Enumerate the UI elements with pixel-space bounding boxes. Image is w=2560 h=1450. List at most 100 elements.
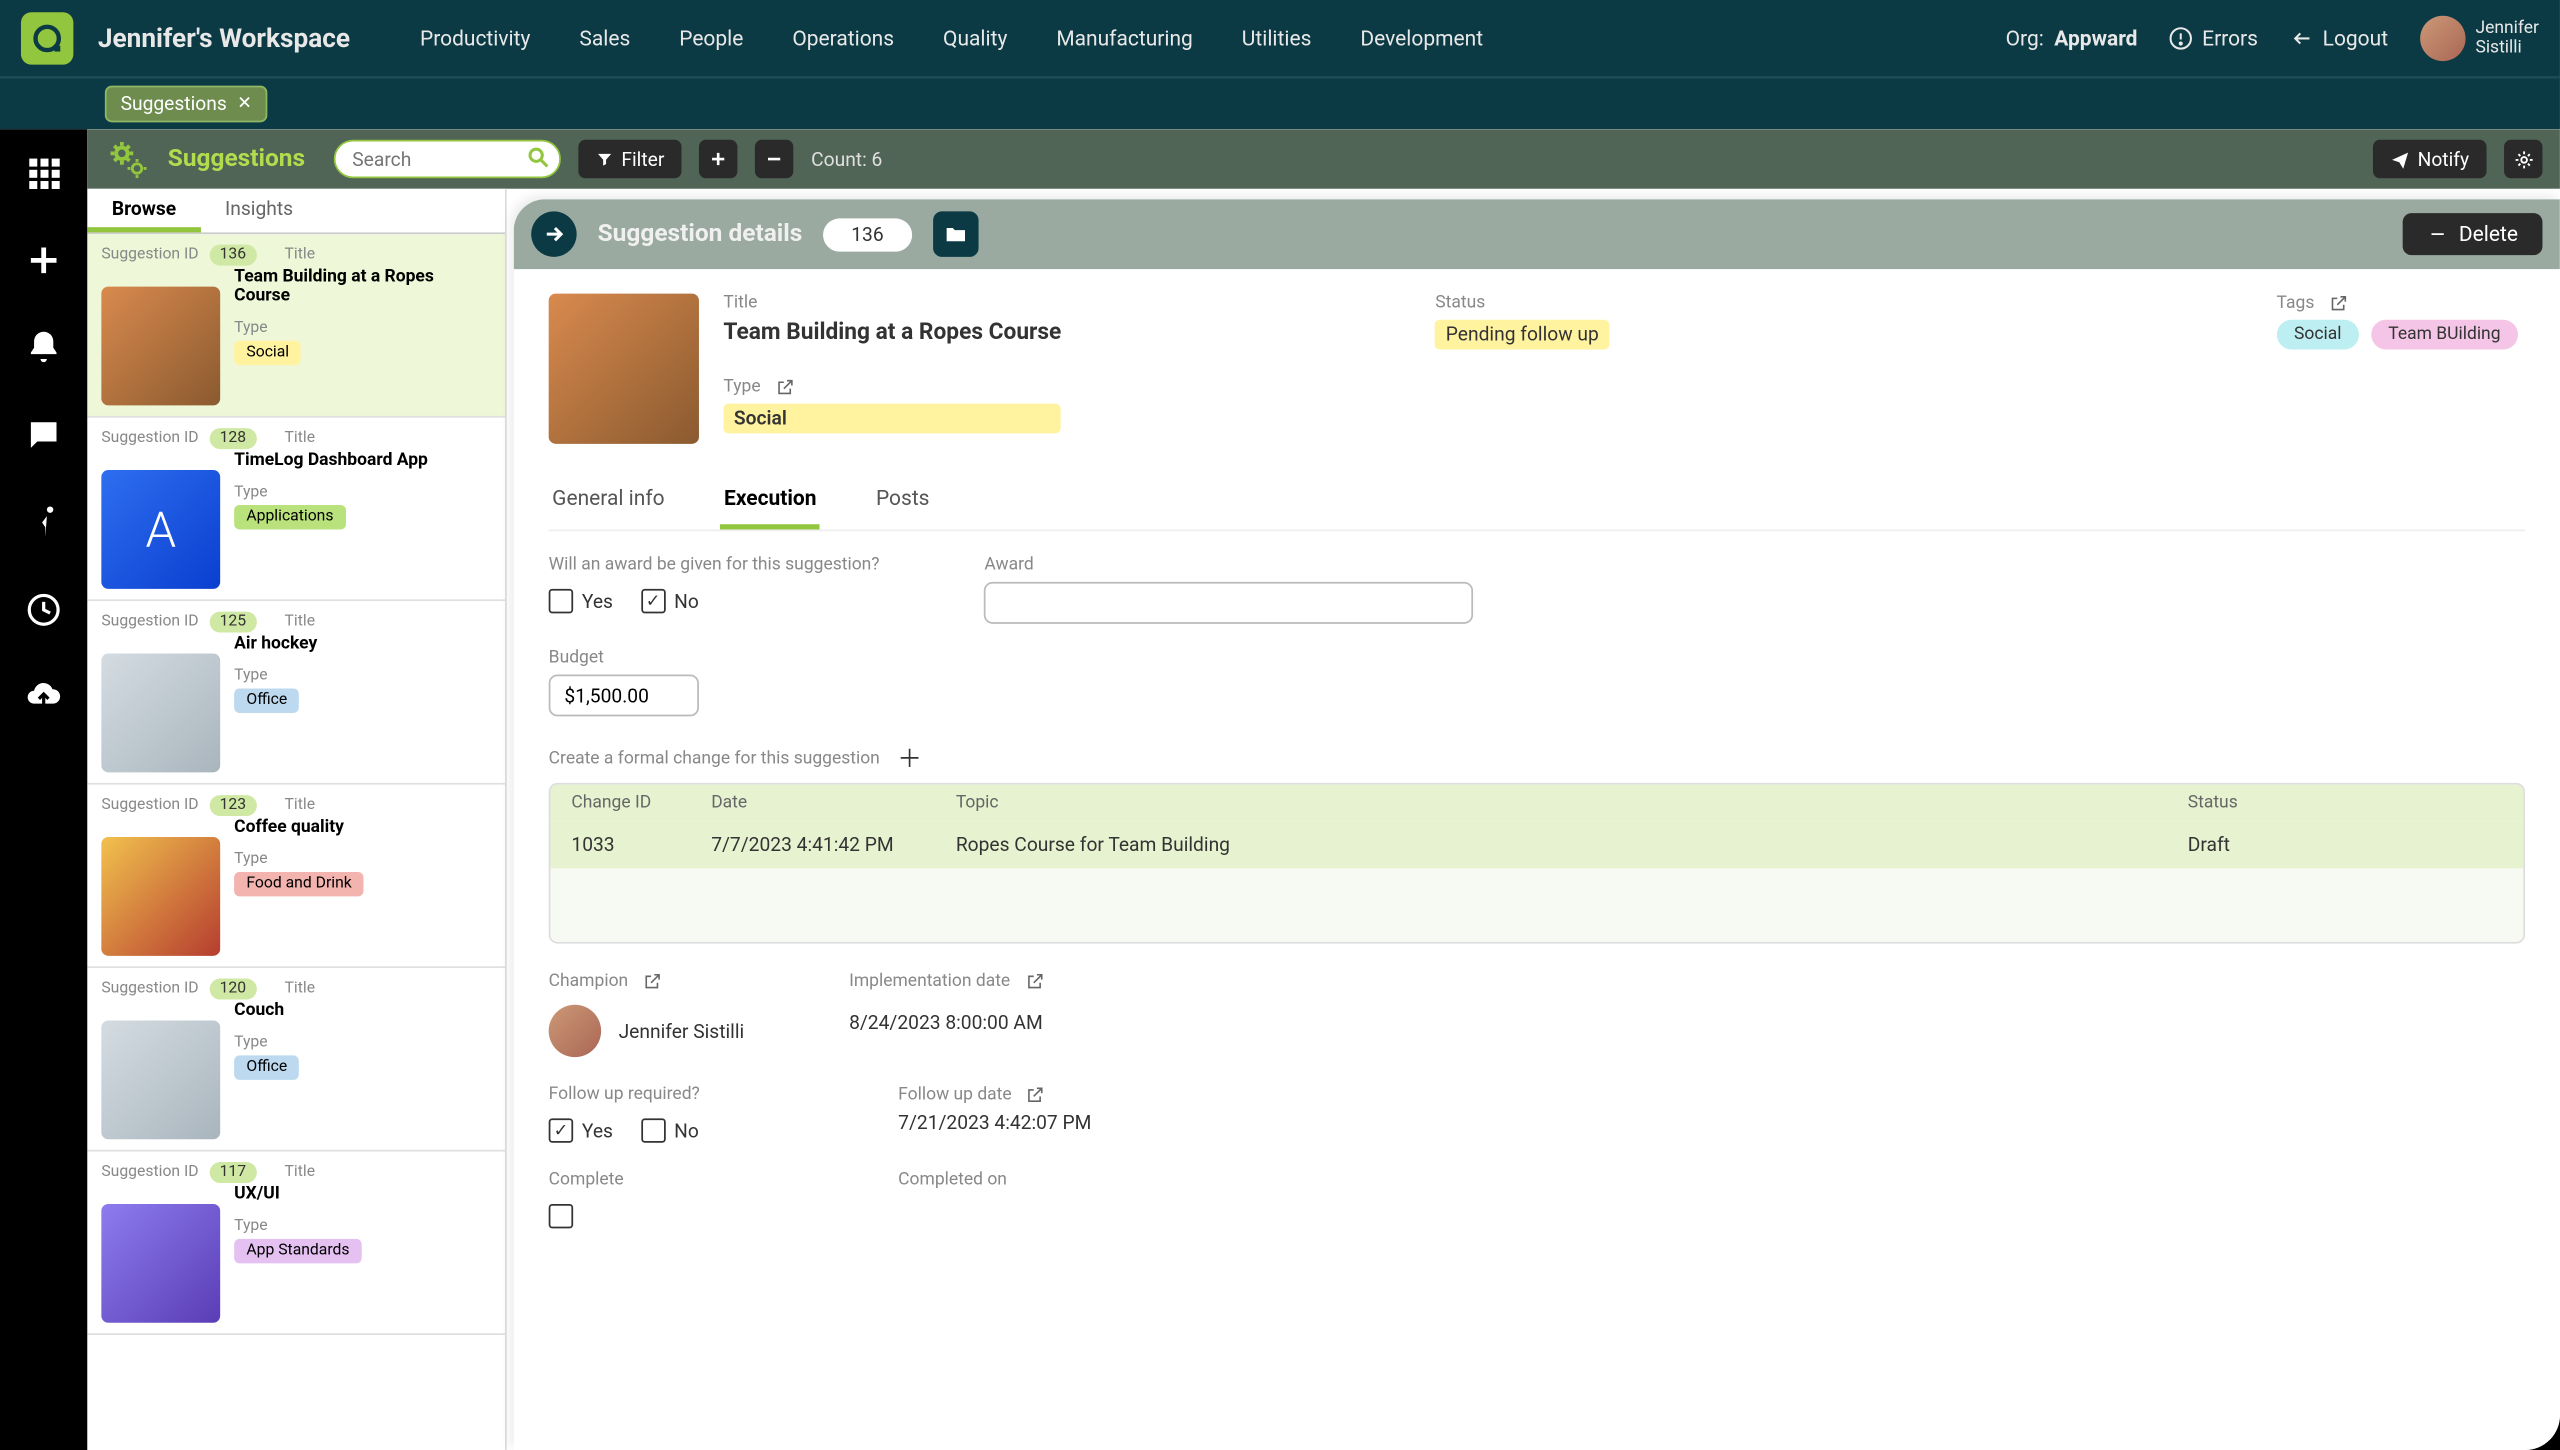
change-label: Create a formal change for this suggesti… bbox=[549, 749, 880, 768]
clock-icon[interactable] bbox=[24, 591, 62, 629]
toolbar: Suggestions Filter Count: 6 Notify bbox=[87, 129, 2560, 188]
module-gear-icon[interactable] bbox=[105, 136, 150, 181]
errors-button[interactable]: Errors bbox=[2169, 26, 2258, 50]
settings-button[interactable] bbox=[2504, 140, 2542, 178]
open-tabs-bar: Suggestions ✕ bbox=[0, 77, 2560, 129]
logout-button[interactable]: Logout bbox=[2289, 26, 2388, 50]
edit-icon[interactable] bbox=[775, 377, 794, 396]
search-icon[interactable] bbox=[525, 145, 549, 169]
detail-title-value: Team Building at a Ropes Course bbox=[723, 320, 1061, 346]
count-label: Count: 6 bbox=[811, 148, 882, 171]
edit-icon[interactable] bbox=[643, 972, 662, 991]
change-table: Change ID Date Topic Status 1033 7/7/202… bbox=[549, 783, 2525, 944]
alert-icon bbox=[2169, 26, 2193, 50]
tab-chip-suggestions[interactable]: Suggestions ✕ bbox=[105, 86, 268, 123]
nav-development[interactable]: Development bbox=[1360, 26, 1483, 50]
impl-date-value: 8/24/2023 8:00:00 AM bbox=[849, 1012, 1044, 1035]
list-tabs: Browse Insights bbox=[87, 189, 505, 234]
detail-thumbnail bbox=[549, 294, 699, 444]
minus-icon bbox=[764, 149, 785, 170]
plus-icon bbox=[708, 149, 729, 170]
edit-icon[interactable] bbox=[2329, 294, 2348, 313]
folder-button[interactable] bbox=[933, 211, 978, 256]
nav-operations[interactable]: Operations bbox=[792, 26, 894, 50]
user-last-name: Sistilli bbox=[2475, 38, 2539, 57]
workspace-name: Jennifer's Workspace bbox=[98, 23, 350, 54]
status-label: Status bbox=[1435, 294, 1609, 313]
plus-icon[interactable] bbox=[24, 241, 62, 279]
bell-icon[interactable] bbox=[24, 329, 62, 367]
edit-icon[interactable] bbox=[1026, 1085, 1045, 1104]
budget-label: Budget bbox=[549, 648, 699, 667]
budget-input[interactable] bbox=[549, 674, 699, 716]
list-item[interactable]: Suggestion ID123TitleCoffee qualityTypeF… bbox=[87, 785, 505, 968]
nav-manufacturing[interactable]: Manufacturing bbox=[1056, 26, 1193, 50]
user-first-name: Jennifer bbox=[2475, 19, 2539, 38]
followup-no-checkbox[interactable]: No bbox=[641, 1119, 699, 1143]
complete-checkbox[interactable] bbox=[549, 1204, 573, 1228]
topbar: Jennifer's Workspace Productivity Sales … bbox=[0, 0, 2560, 77]
followup-yes-checkbox[interactable]: ✓Yes bbox=[549, 1119, 613, 1143]
user-menu[interactable]: Jennifer Sistilli bbox=[2420, 16, 2539, 61]
remove-button[interactable] bbox=[755, 140, 793, 178]
complete-label: Complete bbox=[549, 1171, 794, 1190]
arrow-right-icon bbox=[542, 222, 566, 246]
list-item[interactable]: Suggestion ID125TitleAir hockeyTypeOffic… bbox=[87, 601, 505, 784]
back-button[interactable] bbox=[531, 211, 576, 256]
notify-button[interactable]: Notify bbox=[2372, 140, 2486, 178]
dtab-general[interactable]: General info bbox=[549, 475, 668, 529]
chat-icon[interactable] bbox=[24, 416, 62, 454]
app-logo[interactable] bbox=[21, 12, 73, 64]
nav-productivity[interactable]: Productivity bbox=[420, 26, 530, 50]
vertical-sidebar bbox=[0, 129, 87, 1450]
dtab-posts[interactable]: Posts bbox=[872, 475, 933, 529]
detail-header-title: Suggestion details bbox=[598, 220, 803, 248]
list-pane: Browse Insights Suggestion ID136TitleTea… bbox=[87, 189, 506, 1450]
arrow-left-icon bbox=[2289, 26, 2313, 50]
completed-on-label: Completed on bbox=[898, 1171, 1007, 1190]
delete-button[interactable]: Delete bbox=[2403, 213, 2542, 255]
minus-icon bbox=[2427, 224, 2448, 245]
status-value: Pending follow up bbox=[1435, 320, 1609, 350]
tab-browse[interactable]: Browse bbox=[87, 189, 200, 233]
list-item[interactable]: Suggestion ID120TitleCouchTypeOffice bbox=[87, 968, 505, 1151]
send-icon bbox=[2390, 149, 2409, 168]
award-no-checkbox[interactable]: ✓No bbox=[641, 589, 699, 613]
nav-utilities[interactable]: Utilities bbox=[1242, 26, 1312, 50]
nav-sales[interactable]: Sales bbox=[579, 26, 630, 50]
award-yes-checkbox[interactable]: Yes bbox=[549, 589, 613, 613]
list-item[interactable]: Suggestion ID128TitleATimeLog Dashboard … bbox=[87, 418, 505, 601]
list-item[interactable]: Suggestion ID117TitleUX/UITypeApp Standa… bbox=[87, 1152, 505, 1335]
nav-people[interactable]: People bbox=[679, 26, 743, 50]
filter-button[interactable]: Filter bbox=[578, 140, 682, 178]
edit-icon[interactable] bbox=[1025, 972, 1044, 991]
list-scroll[interactable]: Suggestion ID136TitleTeam Building at a … bbox=[87, 234, 505, 1450]
folder-icon bbox=[943, 222, 967, 246]
apps-icon[interactable] bbox=[24, 154, 62, 192]
page-title: Suggestions bbox=[168, 145, 305, 173]
champion-name: Jennifer Sistilli bbox=[619, 1020, 745, 1043]
detail-pane: Suggestion details 136 Delete Title bbox=[514, 199, 2560, 1450]
dtab-execution[interactable]: Execution bbox=[721, 475, 820, 529]
award-label: Award bbox=[984, 556, 1473, 575]
type-value: Social bbox=[723, 404, 1061, 434]
champion-avatar bbox=[549, 1005, 601, 1057]
award-input[interactable] bbox=[984, 582, 1473, 624]
avatar bbox=[2420, 16, 2465, 61]
followup-date-value: 7/21/2023 4:42:07 PM bbox=[898, 1112, 1091, 1135]
award-question: Will an award be given for this suggesti… bbox=[549, 556, 880, 575]
filter-icon bbox=[595, 150, 612, 167]
tag-social[interactable]: Social bbox=[2277, 320, 2359, 350]
add-change-button[interactable]: ＋ bbox=[897, 741, 921, 776]
running-icon[interactable] bbox=[24, 503, 62, 541]
followup-q: Follow up required? bbox=[549, 1085, 794, 1104]
close-icon[interactable]: ✕ bbox=[237, 94, 252, 113]
detail-id-pill: 136 bbox=[823, 218, 911, 251]
list-item[interactable]: Suggestion ID136TitleTeam Building at a … bbox=[87, 234, 505, 417]
cloud-upload-icon[interactable] bbox=[24, 678, 62, 716]
nav-quality[interactable]: Quality bbox=[943, 26, 1007, 50]
add-button[interactable] bbox=[699, 140, 737, 178]
tag-teambuilding[interactable]: Team BUilding bbox=[2371, 320, 2518, 350]
change-row[interactable]: 1033 7/7/2023 4:41:42 PM Ropes Course fo… bbox=[550, 821, 2523, 868]
tab-insights[interactable]: Insights bbox=[201, 189, 318, 233]
